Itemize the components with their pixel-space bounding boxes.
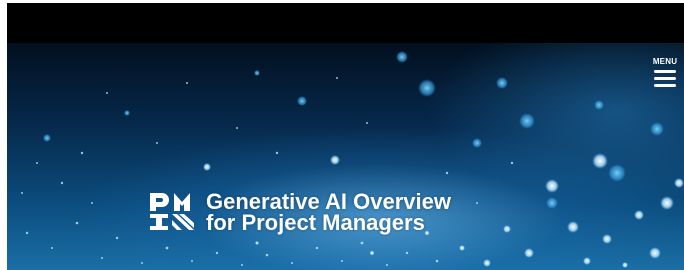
menu-label: MENU	[652, 57, 678, 66]
hero-title: Generative AI Overview for Project Manag…	[206, 189, 451, 235]
bokeh-background	[21, 51, 684, 268]
menu-button[interactable]: MENU	[652, 57, 678, 95]
hamburger-icon	[654, 70, 676, 87]
hero-brand: Generative AI Overview for Project Manag…	[148, 189, 451, 235]
hero-banner: MENU Generative AI Overview for Project …	[7, 43, 684, 270]
page-frame: MENU Generative AI Overview for Project …	[0, 0, 684, 270]
top-black-bar	[7, 3, 684, 43]
pmi-logo-icon	[150, 193, 194, 230]
hero-title-line-2: for Project Managers	[206, 210, 425, 235]
hero-title-line-1: Generative AI Overview	[206, 189, 451, 214]
